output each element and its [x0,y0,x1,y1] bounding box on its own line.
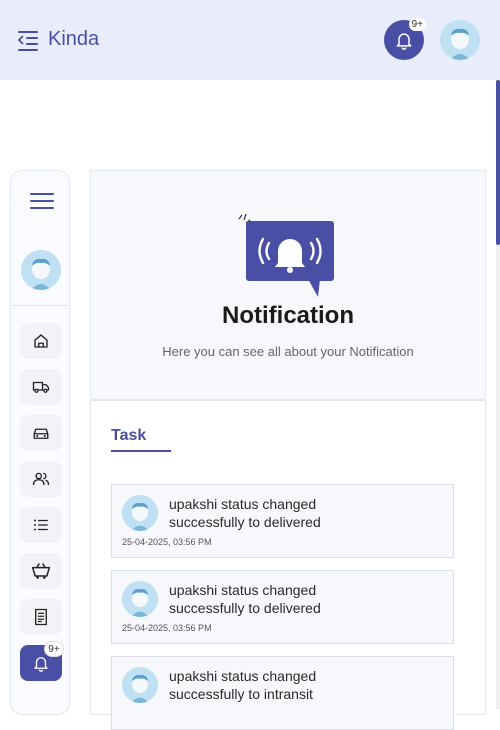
sidebar-avatar[interactable] [21,250,61,290]
cart-icon [31,563,51,579]
bell-icon [396,33,412,50]
hamburger-icon[interactable] [30,193,54,211]
truck-icon [32,381,50,393]
notification-message: upakshi status changed successfully to d… [169,582,321,616]
sidebar-item-users[interactable] [20,461,62,497]
sidebar-item-vehicles[interactable] [20,415,62,451]
menu-collapse-icon[interactable] [18,30,40,51]
page-scrollbar[interactable] [496,80,500,709]
notification-message: upakshi status changed successfully to i… [169,668,317,702]
notification-hero-icon [238,213,338,302]
sidebar: 9+ [10,170,70,715]
notification-count-badge: 9+ [408,18,426,31]
sidebar-item-cart[interactable] [20,553,62,589]
top-bar: Kinda 9+ [0,0,500,80]
sidebar-item-home[interactable] [20,323,62,359]
notification-timestamp: 25-04-2025, 03:56 PM [122,537,212,547]
notification-timestamp: 25-04-2025, 03:56 PM [122,623,212,633]
notification-avatar [122,581,158,617]
list-item[interactable]: upakshi status changed successfully to d… [111,570,454,644]
list-item[interactable]: upakshi status changed successfully to d… [111,484,454,558]
sidebar-item-list[interactable] [20,507,62,543]
notifications-button[interactable]: 9+ [384,18,426,60]
notification-avatar [122,667,158,703]
list-item[interactable]: upakshi status changed successfully to i… [111,656,454,730]
document-icon [35,608,47,626]
sidebar-item-documents[interactable] [20,599,62,635]
list-icon [34,519,48,531]
notification-message: upakshi status changed successfully to d… [169,496,321,530]
page-subtitle: Here you can see all about your Notifica… [162,344,414,359]
panel-header: Notification Here you can see all about … [91,171,485,401]
users-icon [32,472,50,486]
notification-avatar [122,495,158,531]
sidebar-divider [11,305,69,306]
home-icon [34,334,48,348]
car-icon [33,428,49,439]
tab-active-indicator [111,450,171,452]
brand-title[interactable]: Kinda [48,28,99,51]
notification-panel: Notification Here you can see all about … [90,170,486,730]
sidebar-notification-badge: 9+ [44,641,64,657]
page-title: Notification [222,302,354,329]
tab-task[interactable]: Task [111,427,146,445]
sidebar-item-notifications[interactable]: 9+ [20,641,64,681]
bell-icon [34,657,48,672]
sidebar-item-trips[interactable] [20,369,62,405]
user-avatar[interactable] [440,20,480,60]
